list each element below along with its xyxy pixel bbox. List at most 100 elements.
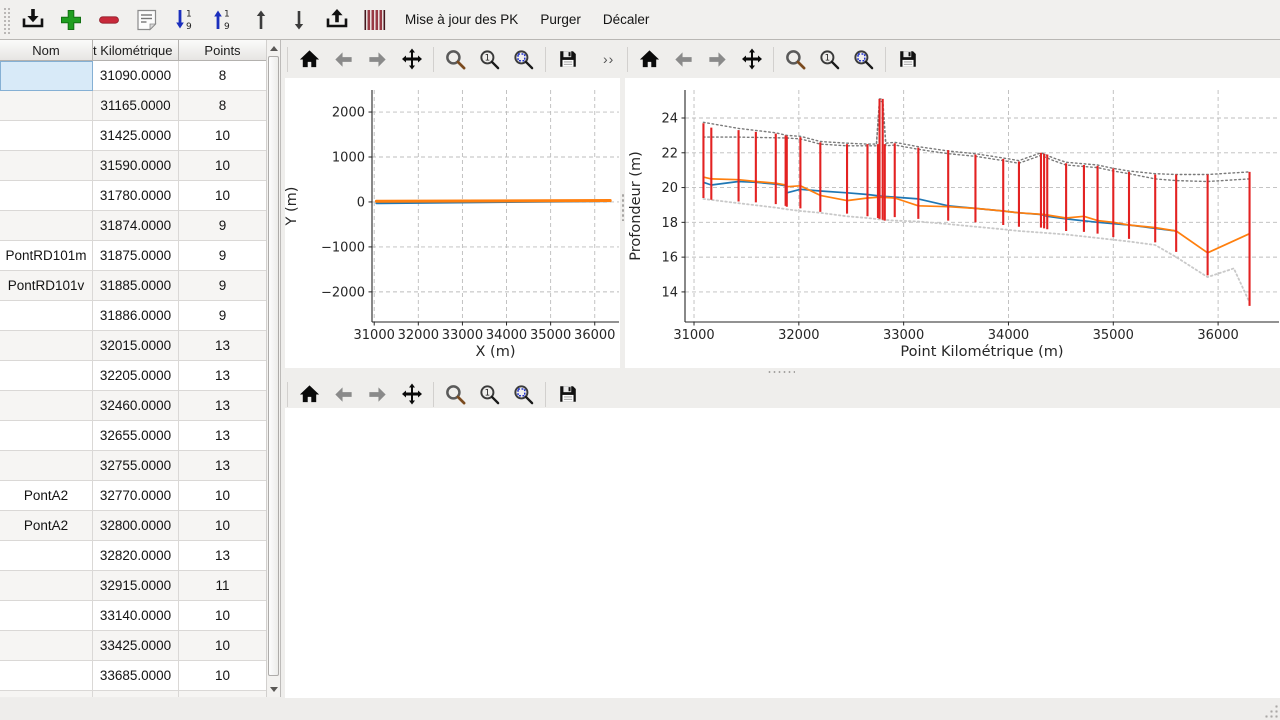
cell-pk[interactable]: 32820.0000 [93,541,179,571]
table-row[interactable]: 33425.000010 [0,631,280,661]
table-row[interactable]: 32460.000013 [0,391,280,421]
cell-points[interactable]: 8 [179,91,267,121]
cell-nom[interactable] [0,541,93,571]
table-row[interactable]: 33685.000010 [0,661,280,691]
cell-points[interactable]: 13 [179,331,267,361]
notes-button[interactable] [130,3,164,37]
cell-nom[interactable] [0,391,93,421]
maj-pk-button[interactable]: Mise à jour des PK [396,7,527,32]
cell-pk[interactable]: 31874.0000 [93,211,179,241]
vertical-splitter[interactable] [620,40,625,374]
profiles-button[interactable] [358,3,392,37]
zoom-one-button[interactable]: 1 [477,382,502,407]
cell-points[interactable]: 13 [179,391,267,421]
cell-nom[interactable] [0,301,93,331]
table-row[interactable]: 31090.00008 [0,61,280,91]
scrollbar-thumb[interactable] [268,56,279,676]
header-points[interactable]: Points [179,40,267,61]
cell-nom[interactable] [0,451,93,481]
resize-grip[interactable] [1263,703,1278,718]
pan-button[interactable] [399,382,424,407]
header-point-kilometrique[interactable]: t Kilométrique [93,40,179,61]
cell-pk[interactable]: 32755.0000 [93,451,179,481]
purger-button[interactable]: Purger [531,7,590,32]
cell-points[interactable]: 13 [179,421,267,451]
cell-nom[interactable] [0,691,93,697]
zoom-button[interactable] [443,382,468,407]
table-row[interactable]: 31590.000010 [0,151,280,181]
zoom-one-button[interactable]: 1 [477,47,502,72]
home-button[interactable] [637,47,662,72]
table-row[interactable]: 32820.000013 [0,541,280,571]
cell-points[interactable]: 10 [179,661,267,691]
cell-pk[interactable]: 31590.0000 [93,151,179,181]
cell-points[interactable]: 9 [179,241,267,271]
table-row[interactable]: 32205.000013 [0,361,280,391]
zoom-sel-button[interactable] [851,47,876,72]
cell-nom[interactable] [0,601,93,631]
home-button[interactable] [297,47,322,72]
cell-pk[interactable]: 32800.0000 [93,511,179,541]
cell-points[interactable]: 10 [179,631,267,661]
table-row[interactable] [0,691,280,697]
cell-points[interactable]: 8 [179,61,267,91]
table-row[interactable]: 31425.000010 [0,121,280,151]
table-row[interactable]: PontRD101v31885.00009 [0,271,280,301]
cell-pk[interactable]: 33685.0000 [93,661,179,691]
cell-points[interactable]: 13 [179,451,267,481]
forward-button[interactable] [365,47,390,72]
cell-nom[interactable] [0,61,93,91]
table-row[interactable]: 31780.000010 [0,181,280,211]
table-row[interactable]: 32015.000013 [0,331,280,361]
cell-pk[interactable]: 32655.0000 [93,421,179,451]
export-button[interactable] [320,3,354,37]
scroll-up-button[interactable] [268,41,280,55]
back-button[interactable] [331,382,356,407]
cell-pk[interactable]: 32770.0000 [93,481,179,511]
toolbar-overflow-indicator[interactable]: ›› [603,51,614,67]
back-button[interactable] [671,47,696,72]
zoom-button[interactable] [443,47,468,72]
table-row[interactable]: 32655.000013 [0,421,280,451]
cell-nom[interactable] [0,121,93,151]
cell-points[interactable]: 10 [179,511,267,541]
save-button[interactable] [555,382,580,407]
cell-pk[interactable]: 31165.0000 [93,91,179,121]
cell-pk[interactable]: 33425.0000 [93,631,179,661]
table-row[interactable]: 31874.00009 [0,211,280,241]
cell-nom[interactable] [0,361,93,391]
sort-descending-button[interactable]: 1 9 [168,3,202,37]
cell-pk[interactable]: 31875.0000 [93,241,179,271]
forward-button[interactable] [365,382,390,407]
cell-points[interactable]: 10 [179,151,267,181]
save-button[interactable] [555,47,580,72]
move-up-button[interactable] [244,3,278,37]
cell-nom[interactable] [0,631,93,661]
table-row[interactable]: PontRD101m31875.00009 [0,241,280,271]
cell-nom[interactable] [0,571,93,601]
cell-pk[interactable]: 32205.0000 [93,361,179,391]
table-row[interactable]: 32915.000011 [0,571,280,601]
table-row[interactable]: 32755.000013 [0,451,280,481]
cell-nom[interactable] [0,331,93,361]
cell-nom[interactable] [0,181,93,211]
cell-points[interactable]: 10 [179,121,267,151]
cell-pk[interactable] [93,691,179,697]
back-button[interactable] [331,47,356,72]
cell-nom[interactable]: PontRD101v [0,271,93,301]
zoom-button[interactable] [783,47,808,72]
cell-nom[interactable] [0,151,93,181]
forward-button[interactable] [705,47,730,72]
cell-pk[interactable]: 32015.0000 [93,331,179,361]
cell-nom[interactable] [0,211,93,241]
cell-pk[interactable]: 31425.0000 [93,121,179,151]
cell-points[interactable]: 13 [179,361,267,391]
profondeur-plot-canvas[interactable]: 3100032000330003400035000360001416182022… [625,78,1280,368]
horizontal-splitter[interactable] [281,368,1280,376]
import-button[interactable] [16,3,50,37]
scroll-down-button[interactable] [268,682,280,696]
bottom-plot-canvas[interactable] [285,408,1280,698]
table-row[interactable]: PontA232770.000010 [0,481,280,511]
cell-points[interactable]: 9 [179,301,267,331]
home-button[interactable] [297,382,322,407]
